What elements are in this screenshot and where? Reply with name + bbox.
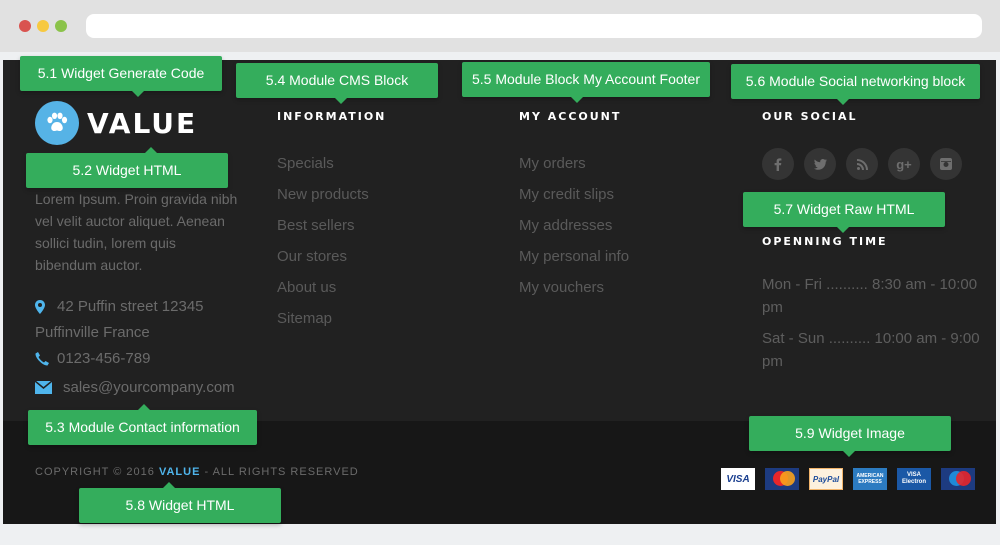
callout-widget-html: 5.2 Widget HTML xyxy=(26,147,228,188)
envelope-icon xyxy=(35,381,63,394)
link-my-credit-slips[interactable]: My credit slips xyxy=(519,184,629,215)
rss-icon[interactable] xyxy=(846,148,878,180)
minimize-window-button[interactable] xyxy=(37,20,49,32)
paw-icon xyxy=(35,101,79,145)
twitter-icon[interactable] xyxy=(804,148,836,180)
opening-time-title: OPENNING TIME xyxy=(762,235,888,248)
weekday-hours: Mon - Fri .......... 8:30 am - 10:00 pm xyxy=(762,276,978,316)
paypal-icon: PayPal xyxy=(809,468,843,490)
mastercard-icon xyxy=(765,468,799,490)
callout-widget-raw-html: 5.7 Widget Raw HTML xyxy=(743,192,945,233)
weekend-hours: Sat - Sun .......... 10:00 am - 9:00 pm xyxy=(762,330,980,370)
copyright-suffix: - ALL RIGHTS RESERVED xyxy=(204,466,359,478)
payment-methods: VISA PayPal AMERICAN EXPRESS VISA Electr… xyxy=(721,468,975,490)
link-my-personal-info[interactable]: My personal info xyxy=(519,246,629,277)
information-links: Specials New products Best sellers Our s… xyxy=(277,153,369,339)
visa-electron-bottom: Electron xyxy=(901,479,926,485)
link-my-addresses[interactable]: My addresses xyxy=(519,215,629,246)
address-line-2: Puffinville France xyxy=(35,324,150,341)
facebook-icon[interactable] xyxy=(762,148,794,180)
maximize-window-button[interactable] xyxy=(55,20,67,32)
visa-electron-icon: VISA Electron xyxy=(897,468,931,490)
visa-icon: VISA xyxy=(721,468,755,490)
logo-text: VALUE xyxy=(87,106,198,140)
callout-module-social-networking: 5.6 Module Social networking block xyxy=(731,64,980,105)
browser-toolbar xyxy=(0,0,1000,52)
callout-widget-html-copyright: 5.8 Widget HTML xyxy=(79,482,281,523)
address-bar[interactable] xyxy=(86,14,982,38)
link-sitemap[interactable]: Sitemap xyxy=(277,308,369,339)
copyright: COPYRIGHT © 2016 VALUE - ALL RIGHTS RESE… xyxy=(35,466,359,478)
link-our-stores[interactable]: Our stores xyxy=(277,246,369,277)
google-plus-icon[interactable]: g+ xyxy=(888,148,920,180)
link-my-orders[interactable]: My orders xyxy=(519,153,629,184)
copyright-brand-link[interactable]: VALUE xyxy=(159,466,200,478)
email-link[interactable]: sales@yourcompany.com xyxy=(63,379,235,396)
visa-electron-top: VISA xyxy=(906,472,921,478)
link-specials[interactable]: Specials xyxy=(277,153,369,184)
link-best-sellers[interactable]: Best sellers xyxy=(277,215,369,246)
contact-address: 42 Puffin street 12345 xyxy=(35,298,204,315)
link-new-products[interactable]: New products xyxy=(277,184,369,215)
address-line-1: 42 Puffin street 12345 xyxy=(57,298,204,315)
maestro-icon xyxy=(941,468,975,490)
callout-widget-image: 5.9 Widget Image xyxy=(749,416,951,457)
our-social-title: OUR SOCIAL xyxy=(762,110,858,123)
american-express-icon: AMERICAN EXPRESS xyxy=(853,468,887,490)
copyright-prefix: COPYRIGHT © 2016 xyxy=(35,466,155,478)
contact-address-2: Puffinville France xyxy=(35,324,150,341)
link-my-vouchers[interactable]: My vouchers xyxy=(519,277,629,308)
phone-number: 0123-456-789 xyxy=(57,350,151,367)
my-account-links: My orders My credit slips My addresses M… xyxy=(519,153,629,308)
map-marker-icon xyxy=(35,299,57,314)
instagram-icon[interactable] xyxy=(930,148,962,180)
callout-module-contact-information: 5.3 Module Contact information xyxy=(28,404,257,445)
contact-phone: 0123-456-789 xyxy=(35,350,150,367)
phone-icon xyxy=(35,351,57,366)
social-icons: g+ xyxy=(762,148,962,180)
about-text: Lorem Ipsum. Proin gravida nibh vel veli… xyxy=(35,191,238,273)
callout-module-my-account-footer: 5.5 Module Block My Account Footer xyxy=(462,62,710,103)
link-about-us[interactable]: About us xyxy=(277,277,369,308)
contact-email: sales@yourcompany.com xyxy=(35,379,235,396)
callout-widget-generate-code: 5.1 Widget Generate Code xyxy=(20,56,222,97)
close-window-button[interactable] xyxy=(19,20,31,32)
logo[interactable]: VALUE xyxy=(35,101,197,145)
information-title: INFORMATION xyxy=(277,110,387,123)
callout-module-cms-block: 5.4 Module CMS Block xyxy=(236,63,438,104)
my-account-title: MY ACCOUNT xyxy=(519,110,622,123)
